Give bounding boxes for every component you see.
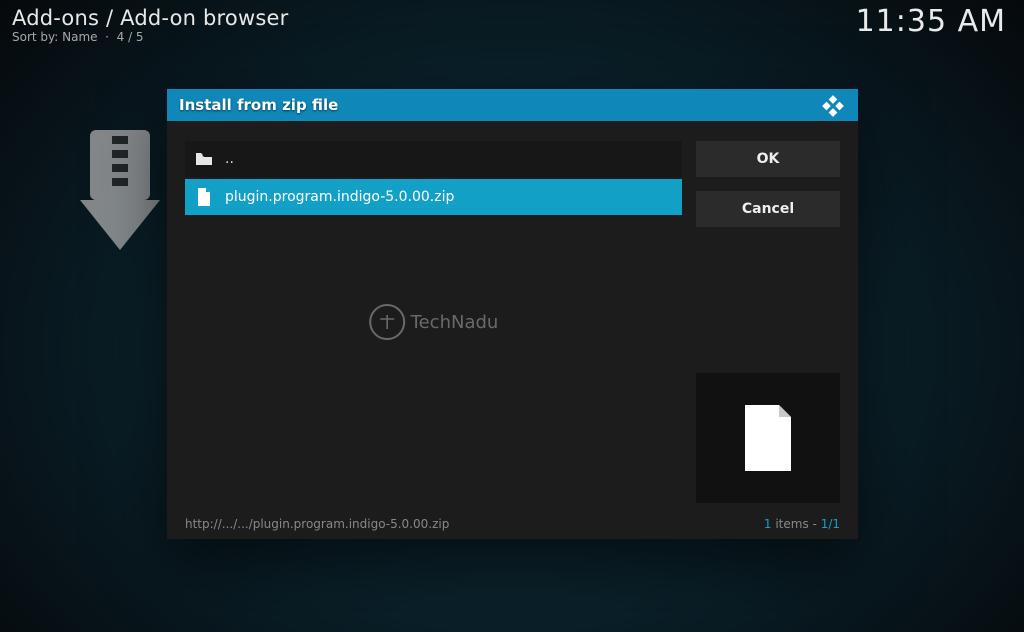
file-preview (696, 373, 840, 503)
dialog-side-pane: OK Cancel (696, 141, 840, 503)
list-position: 4 / 5 (117, 30, 144, 44)
watermark-text: TechNadu (411, 312, 499, 333)
watermark-icon (369, 304, 405, 340)
ok-button[interactable]: OK (696, 141, 840, 177)
file-icon (195, 188, 213, 206)
dialog-footer: http://.../.../plugin.program.indigo-5.0… (167, 517, 858, 539)
clock: 11:35 AM (856, 4, 1006, 39)
sort-label: Sort by: Name (12, 30, 98, 44)
install-zip-dialog: Install from zip file .. plugin.program.… (167, 89, 858, 539)
item-count: 1 items - 1/1 (764, 517, 840, 531)
count-word-text: items (775, 517, 808, 531)
count-sep: - (809, 517, 821, 531)
file-row-label: plugin.program.indigo-5.0.00.zip (225, 189, 454, 205)
file-list[interactable]: .. plugin.program.indigo-5.0.00.zip Tech… (185, 141, 682, 503)
count-position: 1/1 (821, 517, 840, 531)
current-path: http://.../.../plugin.program.indigo-5.0… (185, 517, 449, 531)
dialog-title-text: Install from zip file (179, 96, 338, 114)
count-number: 1 (764, 517, 772, 531)
folder-up-icon (195, 152, 213, 166)
separator: · (101, 30, 116, 44)
file-row-label: .. (225, 151, 234, 167)
kodi-logo-icon (820, 93, 846, 117)
file-list-pane: .. plugin.program.indigo-5.0.00.zip Tech… (185, 141, 682, 503)
dialog-titlebar: Install from zip file (167, 89, 858, 121)
dialog-body: .. plugin.program.indigo-5.0.00.zip Tech… (167, 121, 858, 517)
document-icon (741, 405, 795, 471)
file-row-parent[interactable]: .. (185, 141, 682, 177)
spacer (696, 241, 840, 359)
header: Add-ons / Add-on browser Sort by: Name ·… (12, 6, 1012, 44)
watermark: TechNadu (369, 304, 499, 340)
zip-arrow-icon (70, 130, 170, 260)
file-row[interactable]: plugin.program.indigo-5.0.00.zip (185, 179, 682, 215)
cancel-button[interactable]: Cancel (696, 191, 840, 227)
